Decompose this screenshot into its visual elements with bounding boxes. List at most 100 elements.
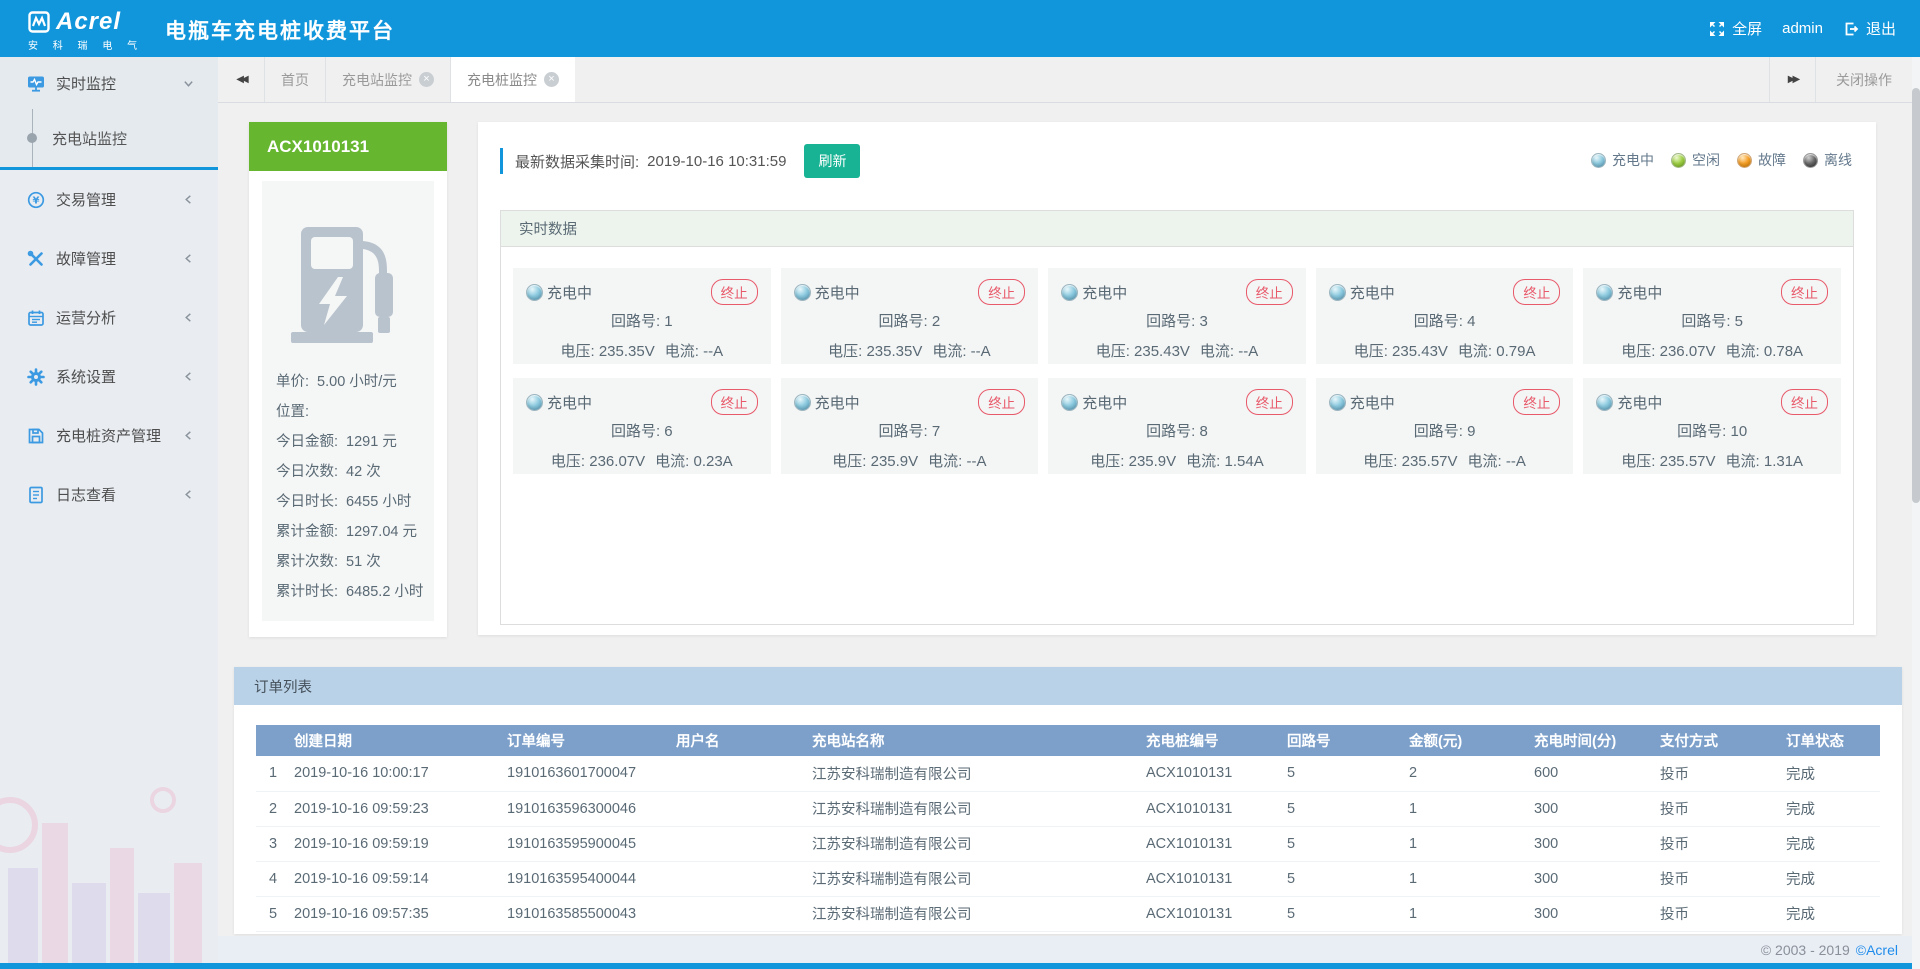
stop-button[interactable]: 终止	[1513, 389, 1560, 415]
tab-bar: ◀◀ 首页 充电站监控 × 充电桩监控 × ▶▶ 关闭操作	[218, 57, 1912, 103]
col-order-status: 订单状态	[1782, 725, 1880, 756]
stop-button[interactable]: 终止	[978, 279, 1025, 305]
table-header-row: 创建日期 订单编号 用户名 充电站名称 充电桩编号 回路号 金额(元) 充电时间…	[256, 725, 1880, 756]
stat-total-count: 累计次数:51 次	[276, 547, 420, 577]
vertical-scrollbar[interactable]	[1912, 57, 1920, 969]
charging-status-icon	[794, 284, 811, 301]
logout-button[interactable]: 退出	[1843, 18, 1896, 39]
stat-total-amount: 累计金额:1297.04 元	[276, 517, 420, 547]
brand-name: Acrel	[56, 8, 121, 36]
brand-logo: Acrel 安 科 瑞 电 气	[28, 8, 143, 52]
sidebar-item-log-view[interactable]: 日志查看	[0, 465, 218, 524]
chevron-left-icon	[183, 253, 194, 264]
stat-total-duration: 累计时长:6485.2 小时	[276, 577, 420, 607]
sidebar-item-transaction-management[interactable]: ¥ 交易管理	[0, 170, 218, 229]
logout-icon	[1843, 21, 1859, 37]
col-amount: 金额(元)	[1405, 725, 1530, 756]
orders-title: 订单列表	[234, 667, 1902, 705]
realtime-data-title: 实时数据	[501, 211, 1853, 247]
charging-status-icon	[526, 394, 543, 411]
stop-button[interactable]: 终止	[1781, 389, 1828, 415]
sidebar-item-fault-management[interactable]: 故障管理	[0, 229, 218, 288]
stop-button[interactable]: 终止	[978, 389, 1025, 415]
circuit-card-8: 充电中终止 回路号: 8 电压: 235.9V电流: 1.54A	[1048, 378, 1306, 474]
offline-status-icon	[1803, 153, 1818, 168]
sidebar-item-realtime-monitor[interactable]: 实时监控	[0, 57, 218, 109]
refresh-button[interactable]: 刷新	[804, 144, 860, 178]
scrollbar-thumb[interactable]	[1912, 88, 1920, 503]
tab-home[interactable]: 首页	[264, 57, 325, 102]
circuit-card-9: 充电中终止 回路号: 9 电压: 235.57V电流: --A	[1316, 378, 1574, 474]
stop-button[interactable]: 终止	[711, 389, 758, 415]
document-icon	[27, 486, 45, 504]
tab-pile-monitor[interactable]: 充电桩监控 ×	[450, 57, 575, 102]
main-content: ACX1010131 单价:5.00 小时/元 位置: 今日金额:129	[218, 103, 1920, 936]
close-tab-icon[interactable]: ×	[544, 72, 559, 87]
sidebar-item-operation-analysis[interactable]: 运营分析	[0, 288, 218, 347]
orders-table: 创建日期 订单编号 用户名 充电站名称 充电桩编号 回路号 金额(元) 充电时间…	[256, 725, 1880, 932]
table-row[interactable]: 42019-10-16 09:59:141910163595400044江苏安科…	[256, 861, 1880, 896]
sidebar-item-charging-station-monitor[interactable]: 充电站监控	[0, 109, 218, 167]
circuit-card-2: 充电中终止 回路号: 2 电压: 235.35V电流: --A	[781, 268, 1039, 364]
fullscreen-icon	[1709, 21, 1725, 37]
stop-button[interactable]: 终止	[1781, 279, 1828, 305]
tab-station-monitor[interactable]: 充电站监控 ×	[325, 57, 450, 102]
tabs-scroll-right-button[interactable]: ▶▶	[1769, 57, 1815, 102]
legend-offline: 离线	[1803, 150, 1852, 170]
charging-status-icon	[1061, 284, 1078, 301]
footer: © 2003 - 2019 ©Acrel	[218, 936, 1920, 963]
close-tab-icon[interactable]: ×	[419, 72, 434, 87]
stat-today-count: 今日次数:42 次	[276, 457, 420, 487]
charging-status-icon	[526, 284, 543, 301]
accent-bar	[500, 148, 503, 174]
user-menu[interactable]: admin	[1782, 20, 1823, 37]
chevron-down-icon	[183, 78, 194, 89]
charging-status-icon	[1329, 394, 1346, 411]
idle-status-icon	[1671, 153, 1686, 168]
chevron-left-icon	[183, 194, 194, 205]
legend-charging: 充电中	[1591, 150, 1654, 170]
table-row[interactable]: 52019-10-16 09:57:351910163585500043江苏安科…	[256, 896, 1880, 931]
legend-fault: 故障	[1737, 150, 1786, 170]
stop-button[interactable]: 终止	[1513, 279, 1560, 305]
sidebar-item-system-settings[interactable]: 系统设置	[0, 347, 218, 406]
stop-button[interactable]: 终止	[711, 279, 758, 305]
bottom-accent-strip	[0, 963, 1920, 969]
circuit-card-4: 充电中终止 回路号: 4 电压: 235.43V电流: 0.79A	[1316, 268, 1574, 364]
transaction-icon: ¥	[27, 191, 45, 209]
acrel-link[interactable]: ©Acrel	[1856, 942, 1898, 958]
col-pile-no: 充电桩编号	[1142, 725, 1283, 756]
fault-status-icon	[1737, 153, 1752, 168]
table-row[interactable]: 22019-10-16 09:59:231910163596300046江苏安科…	[256, 791, 1880, 826]
charging-pile-icon	[276, 219, 420, 351]
submenu-dot-icon	[27, 133, 37, 143]
col-create-date: 创建日期	[290, 725, 503, 756]
status-legend: 充电中 空闲 故障 离线	[1591, 150, 1852, 170]
circuit-card-5: 充电中终止 回路号: 5 电压: 236.07V电流: 0.78A	[1583, 268, 1841, 364]
charging-status-icon	[1596, 394, 1613, 411]
stop-button[interactable]: 终止	[1246, 389, 1293, 415]
charging-status-icon	[1596, 284, 1613, 301]
svg-text:¥: ¥	[33, 195, 40, 206]
chevron-left-icon	[183, 489, 194, 500]
monitor-icon	[27, 75, 45, 92]
circuit-card-7: 充电中终止 回路号: 7 电压: 235.9V电流: --A	[781, 378, 1039, 474]
table-row[interactable]: 32019-10-16 09:59:191910163595900045江苏安科…	[256, 826, 1880, 861]
stop-button[interactable]: 终止	[1246, 279, 1293, 305]
charging-status-icon	[1329, 284, 1346, 301]
chevron-left-icon	[183, 312, 194, 323]
chevron-left-icon	[183, 371, 194, 382]
tabs-scroll-left-button[interactable]: ◀◀	[218, 57, 264, 102]
charging-status-icon	[1591, 153, 1606, 168]
circuit-card-3: 充电中终止 回路号: 3 电压: 235.43V电流: --A	[1048, 268, 1306, 364]
col-pay-method: 支付方式	[1656, 725, 1782, 756]
sidebar-item-pile-asset-management[interactable]: 充电桩资产管理	[0, 406, 218, 465]
calendar-icon	[27, 309, 45, 327]
tools-icon	[27, 250, 45, 268]
col-charge-minutes: 充电时间(分)	[1530, 725, 1656, 756]
table-row[interactable]: 12019-10-16 10:00:171910163601700047江苏安科…	[256, 756, 1880, 791]
station-id-header: ACX1010131	[249, 122, 447, 171]
fullscreen-button[interactable]: 全屏	[1709, 18, 1762, 39]
close-operations-button[interactable]: 关闭操作	[1815, 57, 1912, 102]
legend-idle: 空闲	[1671, 150, 1720, 170]
